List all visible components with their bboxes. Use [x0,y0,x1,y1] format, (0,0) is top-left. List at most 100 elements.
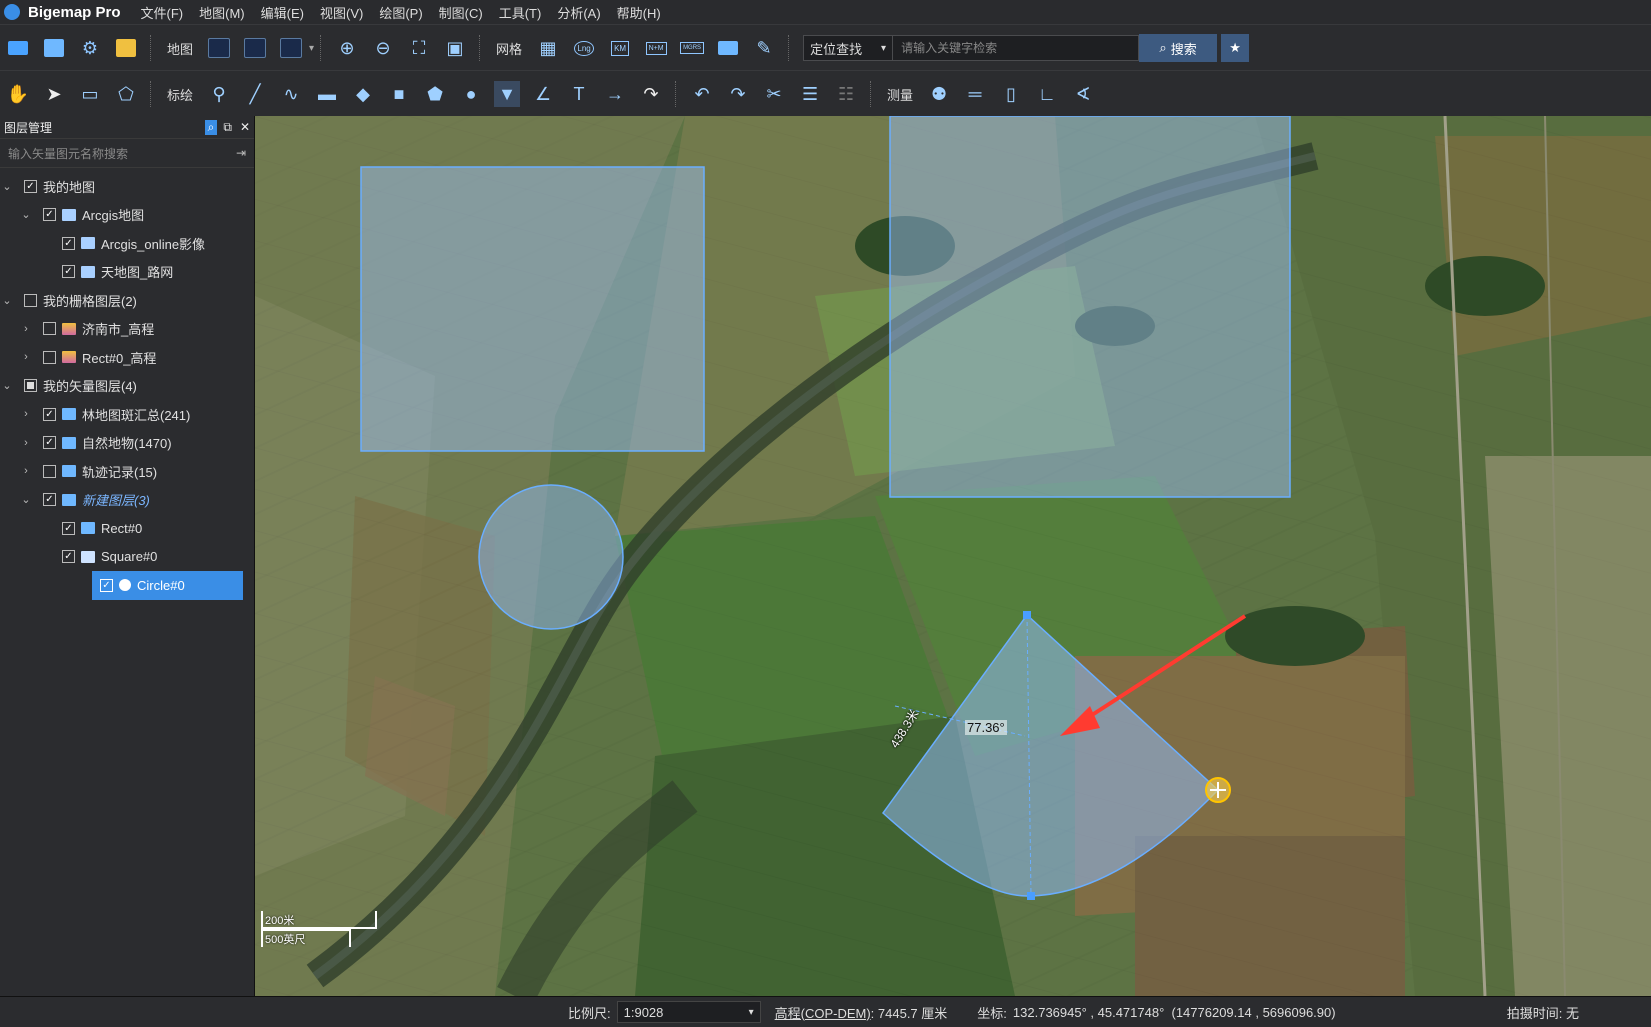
layer-checkbox[interactable] [43,464,56,478]
polygon-select-icon[interactable]: ⬠ [113,81,139,107]
layer-node[interactable]: ⌄ 我的矢量图层(4) [0,372,254,401]
image-icon[interactable] [113,35,139,61]
layer-search-field[interactable]: 输入矢量图元名称搜索 ⇥ [0,139,254,168]
angle-icon[interactable]: ∠ [530,81,556,107]
layer-node[interactable]: ✓ Circle#0 [92,571,243,600]
layer-node[interactable]: › 轨迹记录(15) [0,457,254,486]
layer-node[interactable]: › ✓ 自然地物(1470) [0,429,254,458]
menu-draw[interactable]: 绘图(P) [379,3,422,22]
search-icon[interactable]: ⌕ [204,119,218,135]
layer-checkbox[interactable]: ✓ [43,436,56,450]
close-icon[interactable]: ✕ [240,120,250,134]
layer-checkbox[interactable]: ✓ [62,550,75,564]
polygon-icon[interactable]: ⬟ [422,81,448,107]
redo-icon[interactable]: ↷ [725,81,751,107]
undo-icon[interactable]: ↶ [689,81,715,107]
sector-icon[interactable]: ▼ [494,81,521,107]
folder-icon[interactable] [715,35,741,61]
grid-mgrs-icon[interactable]: MGRS [679,35,705,61]
circle-icon[interactable]: ● [458,81,484,107]
marker-pin-icon[interactable]: ⚲ [206,81,232,107]
layer-node[interactable]: ⌄ ✓ 新建图层(3) [0,486,254,515]
document-icon[interactable]: ☷ [833,81,859,107]
layer-node[interactable]: ⌄ ✓ 我的地图 [0,172,254,201]
layer-checkbox[interactable] [24,379,37,393]
rectangle-icon[interactable]: ▬ [314,81,340,107]
grid-nm-icon[interactable]: N+M [643,35,669,61]
layer-checkbox[interactable]: ✓ [43,493,56,507]
chevron-right-icon[interactable]: › [19,437,33,449]
layer-checkbox[interactable]: ✓ [24,179,37,193]
layer-node[interactable]: ⌄ 我的栅格图层(2) [0,286,254,315]
layer-node[interactable]: › Rect#0_高程 [0,343,254,372]
layer-checkbox[interactable] [43,322,56,336]
list-icon[interactable]: ☰ [797,81,823,107]
layer-checkbox[interactable]: ✓ [43,208,56,222]
elevation-label[interactable]: 高程(COP-DEM) [775,1003,871,1022]
measure-angle-icon[interactable]: ∢ [1070,81,1096,107]
layer-checkbox[interactable]: ✓ [62,236,75,250]
measure-distance-icon[interactable]: ═ [962,81,988,107]
layer-checkbox[interactable]: ✓ [43,407,56,421]
locate-select[interactable]: 定位查找 ▾ [803,35,894,61]
basemap-1-icon[interactable] [206,35,232,61]
layer-node[interactable]: ⌄ ✓ Arcgis地图 [0,201,254,230]
layer-node[interactable]: › 济南市_高程 [0,315,254,344]
menu-cartography[interactable]: 制图(C) [439,3,483,22]
measure-area-icon[interactable]: ▯ [998,81,1024,107]
map-canvas[interactable]: 438.3米 77.36° 200米 500英尺 [255,116,1651,996]
chevron-down-icon[interactable]: ⌄ [19,493,33,506]
open-folder-icon[interactable] [5,35,31,61]
chevron-down-icon[interactable]: ⌄ [0,294,14,307]
line-icon[interactable]: ╱ [242,81,268,107]
curve-icon[interactable]: ∿ [278,81,304,107]
grid-icon[interactable]: ▦ [535,35,561,61]
chevron-down-icon[interactable]: ⌄ [0,180,14,193]
layer-node[interactable]: ✓ 天地图_路网 [0,258,254,287]
save-icon[interactable] [41,35,67,61]
zoom-extent-icon[interactable]: ⛶ [406,35,432,61]
full-extent-icon[interactable]: ▣ [442,35,468,61]
grid-lng-icon[interactable]: Lng [571,35,597,61]
scissors-icon[interactable]: ✂ [761,81,787,107]
chevron-down-icon[interactable]: ▾ [309,43,314,54]
menu-help[interactable]: 帮助(H) [617,3,661,22]
layer-checkbox[interactable]: ✓ [100,578,113,592]
basemap-2-icon[interactable] [242,35,268,61]
layer-checkbox[interactable]: ✓ [62,265,75,279]
menu-analysis[interactable]: 分析(A) [557,3,600,22]
chevron-down-icon[interactable]: ⌄ [0,379,14,392]
chevron-right-icon[interactable]: › [19,323,33,335]
measure-height-icon[interactable]: ∟ [1034,81,1060,107]
zoom-in-icon[interactable]: ⊕ [334,35,360,61]
collapse-panel-icon[interactable]: ⇥ [236,146,246,160]
text-icon[interactable]: T [566,81,592,107]
zoom-out-icon[interactable]: ⊖ [370,35,396,61]
search-input[interactable] [893,35,1140,61]
menu-file[interactable]: 文件(F) [141,3,184,22]
chevron-down-icon[interactable]: ⌄ [19,208,33,221]
chevron-right-icon[interactable]: › [19,408,33,420]
layer-checkbox[interactable]: ✓ [62,521,75,535]
chevron-right-icon[interactable]: › [19,465,33,477]
grid-km-icon[interactable]: KM [607,35,633,61]
chevron-right-icon[interactable]: › [19,351,33,363]
menu-edit[interactable]: 编辑(E) [261,3,304,22]
layer-checkbox[interactable] [24,293,37,307]
box-select-icon[interactable]: ▭ [77,81,103,107]
scale-select[interactable]: 1:9028 ▾ [616,1001,761,1023]
basemap-3-icon[interactable] [278,35,304,61]
favorite-star-icon[interactable]: ★ [1221,34,1250,62]
layer-node[interactable]: ✓ Square#0 [0,543,254,572]
pan-hand-icon[interactable]: ✋ [5,81,31,107]
select-arrow-icon[interactable]: ➤ [41,81,67,107]
eraser-icon[interactable]: ◆ [350,81,376,107]
brush-icon[interactable]: ✎ [751,35,777,61]
measure-person-icon[interactable]: ⚉ [926,81,952,107]
arrow-icon[interactable]: → [602,81,628,107]
layer-node[interactable]: ✓ Arcgis_online影像 [0,229,254,258]
curved-arrow-icon[interactable]: ↷ [638,81,664,107]
menu-view[interactable]: 视图(V) [320,3,363,22]
layer-node[interactable]: › ✓ 林地图斑汇总(241) [0,400,254,429]
layer-checkbox[interactable] [43,350,56,364]
